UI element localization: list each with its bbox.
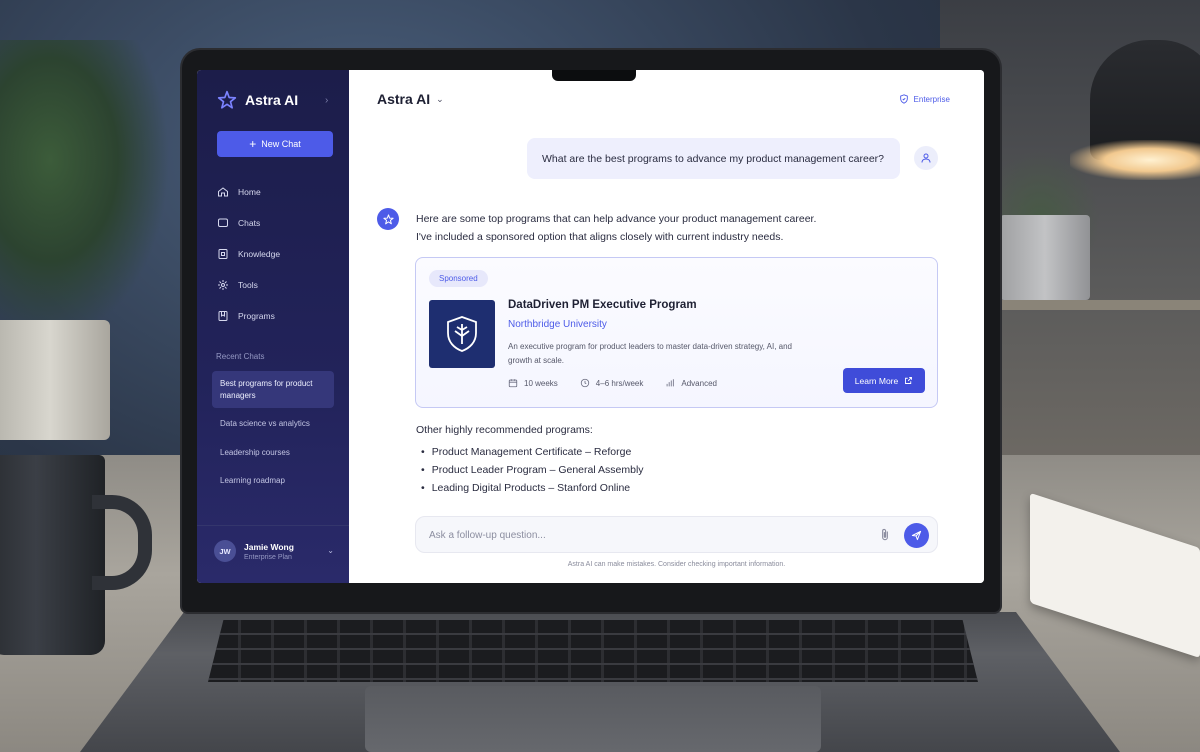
laptop-keyboard-rows [208,620,978,682]
sidebar-item-label: Chats [238,217,261,228]
recent-chats-list: Best programs for product managers Data … [212,371,334,497]
new-chat-button[interactable]: + New Chat [217,131,333,157]
list-item: Product Leader Program – General Assembl… [421,461,644,479]
user-menu[interactable]: JW Jamie Wong Enterprise Plan ⌄ [214,540,334,562]
university-shield-icon [447,316,477,352]
program-duration: 10 weeks [508,378,558,388]
enterprise-badge[interactable]: Enterprise [899,94,950,104]
sidebar-item-label: Knowledge [238,248,281,259]
program-duration-text: 10 weeks [524,378,558,388]
sidebar-item-label: Programs [238,310,275,321]
tools-icon [218,279,228,290]
sidebar-item-label: Tools [238,279,258,290]
sidebar-item-label: Home [238,186,261,197]
clock-icon [580,378,589,388]
background-plant-pot [0,320,110,440]
other-programs-list: Product Management Certificate – Reforge… [421,443,644,497]
disclaimer-text: Astra AI can make mistakes. Consider che… [567,561,786,568]
user-name: Jamie Wong [244,541,294,552]
learn-more-label: Learn More [854,375,899,386]
model-selector[interactable]: Astra AI ⌄ [377,91,444,107]
chat-main: Astra AI ⌄ Enterprise What are the best … [349,70,984,583]
knowledge-icon [218,248,228,259]
list-item: Product Management Certificate – Reforge [421,443,644,461]
avatar: JW [214,540,236,562]
chat-icon [218,218,228,227]
program-title: DataDriven PM Executive Program [508,299,697,311]
laptop-screen: Astra AI › + New Chat Home Chats Knowled… [197,70,984,583]
user-avatar [914,146,938,170]
page-title: Astra AI [377,91,431,107]
laptop-notch [552,70,636,81]
other-programs-title: Other highly recommended programs: [416,424,593,436]
program-commitment-text: 4–6 hrs/week [595,378,644,388]
sponsored-program-card[interactable]: Sponsored DataDriven PM Executive Progra… [415,257,938,408]
calendar-icon [508,379,518,388]
recent-chat-item[interactable]: Learning roadmap [212,468,334,494]
message-composer [415,516,938,553]
sidebar-item-tools[interactable]: Tools [217,269,280,300]
shield-icon [899,94,908,104]
assistant-message-line: I've included a sponsored option that al… [416,231,784,243]
send-icon [911,530,922,541]
bar-chart-icon [667,379,675,387]
sidebar: Astra AI › + New Chat Home Chats Knowled… [197,70,349,583]
user-plan: Enterprise Plan [244,553,292,561]
sidebar-nav: Home Chats Knowledge Tools Programs [217,176,280,331]
user-message-bubble: What are the best programs to advance my… [527,138,900,179]
enterprise-label: Enterprise [913,94,950,104]
background-shelf [1000,300,1200,310]
assistant-message-line: Here are some top programs that can help… [416,213,817,225]
sparkle-star-icon [382,213,394,224]
background-plant [0,40,170,340]
new-chat-label: New Chat [261,139,301,149]
paperclip-icon[interactable] [878,527,892,543]
user-icon [921,153,931,163]
program-commitment: 4–6 hrs/week [580,378,644,388]
program-level: Advanced [665,378,717,388]
brand[interactable]: Astra AI [217,90,298,110]
brand-name: Astra AI [245,92,299,108]
sparkle-star-icon [217,90,237,109]
program-level-text: Advanced [681,378,717,388]
chevron-down-icon: ⌄ [436,93,444,104]
external-link-icon [905,377,913,384]
recent-chat-item[interactable]: Leadership courses [212,440,334,466]
send-button[interactable] [904,523,929,548]
assistant-avatar [377,208,399,230]
chevron-down-icon[interactable]: ⌄ [327,546,334,555]
laptop-trackpad [365,686,821,752]
recent-chat-item[interactable]: Best programs for product managers [212,371,334,409]
sidebar-item-programs[interactable]: Programs [217,300,280,331]
coffee-mug [0,455,105,655]
recent-chat-item[interactable]: Data science vs analytics [212,411,334,437]
list-item: Leading Digital Products – Stanford Onli… [421,479,644,497]
program-institution[interactable]: Northbridge University [508,319,607,330]
program-meta: 10 weeks 4–6 hrs/week Advanced [508,378,717,388]
programs-icon [218,310,228,321]
program-description: An executive program for product leaders… [508,342,792,365]
chevron-right-icon[interactable]: › [325,95,328,106]
plus-icon: + [249,137,257,151]
recent-chats-title: Recent Chats [216,352,265,361]
sidebar-item-knowledge[interactable]: Knowledge [217,238,280,269]
follow-up-input[interactable] [429,526,849,544]
lamp-glow [1070,140,1200,180]
learn-more-button[interactable]: Learn More [843,368,925,393]
sidebar-item-chats[interactable]: Chats [217,207,280,238]
sidebar-divider [197,525,349,526]
background-pot-right [1000,215,1090,300]
assistant-message: Here are some top programs that can help… [416,210,916,246]
home-icon [218,186,228,196]
sponsored-badge: Sponsored [429,270,488,287]
sidebar-item-home[interactable]: Home [217,176,280,207]
university-logo [429,300,495,368]
